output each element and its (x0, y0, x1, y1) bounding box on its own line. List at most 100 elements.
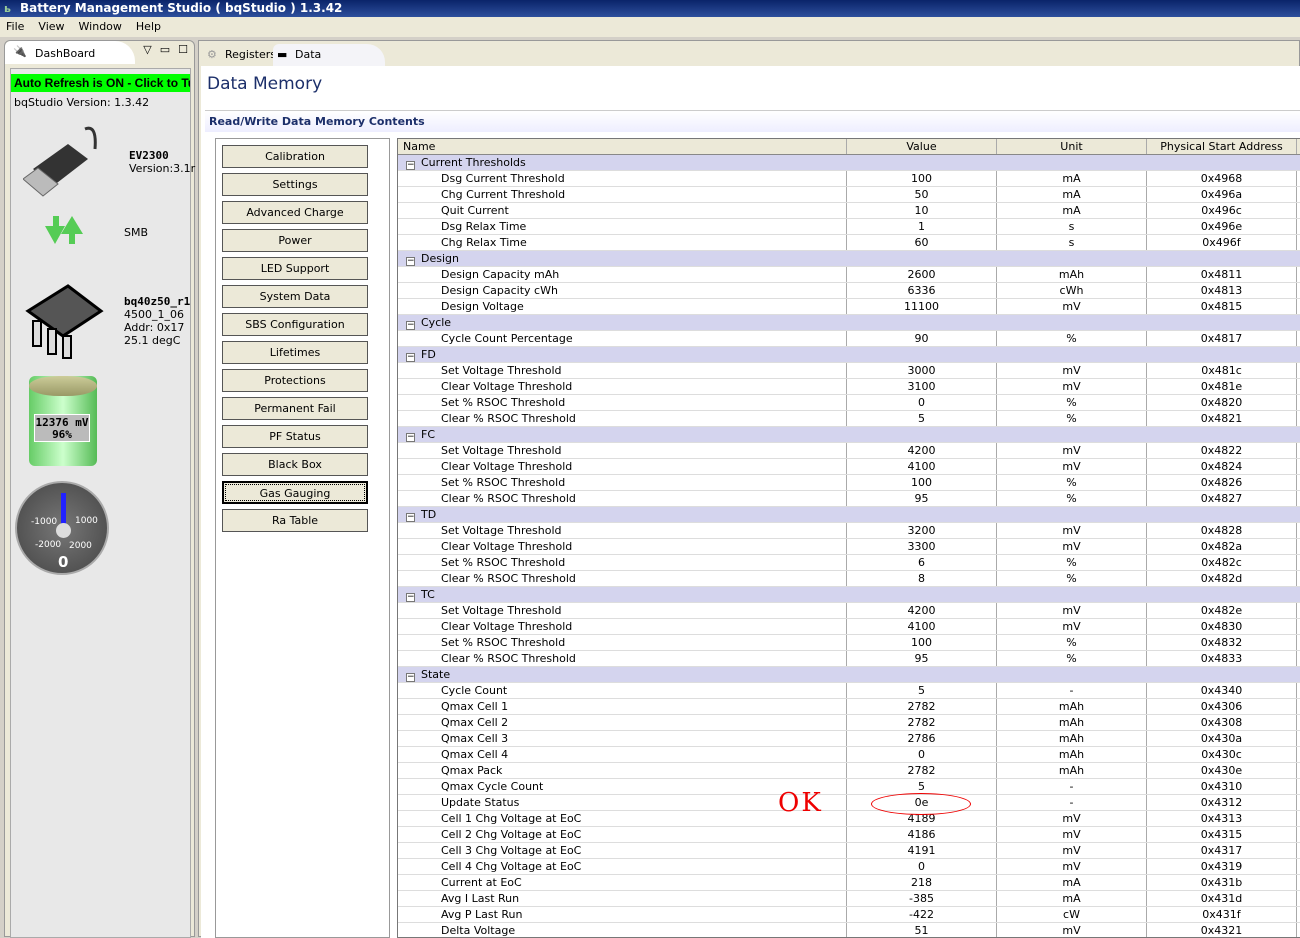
nav-button[interactable]: PF Status (222, 425, 368, 448)
param-value[interactable]: -385 (847, 891, 997, 906)
param-value[interactable]: 0 (847, 859, 997, 874)
table-row[interactable]: Clear % RSOC Threshold 8% 0x482d (398, 571, 1300, 587)
table-row[interactable]: Clear % RSOC Threshold 5% 0x4821 (398, 411, 1300, 427)
param-value[interactable]: 218 (847, 875, 997, 890)
param-value[interactable]: 1 (847, 219, 997, 234)
table-row[interactable]: Chg Relax Time 60 s 0x496f (398, 235, 1300, 251)
param-value[interactable]: 5 (847, 411, 997, 426)
param-value[interactable]: 95 (847, 491, 997, 506)
table-row[interactable]: Qmax Cycle Count 5-0x4310 (398, 779, 1300, 795)
collapse-icon[interactable]: − (406, 593, 415, 602)
nav-button[interactable]: Gas Gauging (222, 481, 368, 504)
collapse-icon[interactable]: − (406, 321, 415, 330)
param-value[interactable]: 4100 (847, 459, 997, 474)
table-row[interactable]: Dsg Current Threshold 100 mA 0x4968 (398, 171, 1300, 187)
param-value[interactable]: 8 (847, 571, 997, 586)
nav-button[interactable]: Black Box (222, 453, 368, 476)
nav-button[interactable]: Permanent Fail (222, 397, 368, 420)
table-row[interactable]: Qmax Pack 2782 mAh 0x430e (398, 763, 1300, 779)
param-value[interactable]: 100 (847, 171, 997, 186)
param-value[interactable]: 11100 (847, 299, 997, 314)
col-unit[interactable]: Unit (997, 139, 1147, 154)
group-row[interactable]: − Design (398, 251, 1300, 267)
group-row[interactable]: − Cycle (398, 315, 1300, 331)
table-row[interactable]: Design Capacity cWh 6336 cWh 0x4813 (398, 283, 1300, 299)
param-value[interactable]: 3300 (847, 539, 997, 554)
table-row[interactable]: Dsg Relax Time 1 s 0x496e (398, 219, 1300, 235)
table-row[interactable]: Clear % RSOC Threshold 95% 0x4827 (398, 491, 1300, 507)
group-row[interactable]: − TC (398, 587, 1300, 603)
param-value[interactable]: 50 (847, 187, 997, 202)
param-value[interactable]: 5 (847, 779, 997, 794)
table-row[interactable]: Set Voltage Threshold 3200 mV 0x4828 (398, 523, 1300, 539)
table-row[interactable]: Set % RSOC Threshold 0% 0x4820 (398, 395, 1300, 411)
param-value[interactable]: 4200 (847, 603, 997, 618)
param-value[interactable]: 0 (847, 747, 997, 762)
param-value[interactable]: 10 (847, 203, 997, 218)
minimize-icon[interactable]: ▭ (160, 43, 170, 56)
table-row[interactable]: Set % RSOC Threshold 6% 0x482c (398, 555, 1300, 571)
nav-button[interactable]: LED Support (222, 257, 368, 280)
tab-registers[interactable]: ⚙ Registers (203, 44, 276, 66)
nav-button[interactable]: Settings (222, 173, 368, 196)
maximize-icon[interactable]: ☐ (178, 43, 188, 56)
group-row[interactable]: − State (398, 667, 1300, 683)
param-value[interactable]: 4191 (847, 843, 997, 858)
table-row[interactable]: Cell 2 Chg Voltage at EoC 4186 mV 0x4315 (398, 827, 1300, 843)
param-value[interactable]: 2600 (847, 267, 997, 282)
collapse-icon[interactable]: − (406, 433, 415, 442)
param-value[interactable]: 100 (847, 635, 997, 650)
table-row[interactable]: Quit Current 10 mA 0x496c (398, 203, 1300, 219)
collapse-icon[interactable]: − (406, 161, 415, 170)
param-value[interactable]: 100 (847, 475, 997, 490)
table-row[interactable]: Qmax Cell 3 2786 mAh 0x430a (398, 731, 1300, 747)
nav-button[interactable]: System Data (222, 285, 368, 308)
param-value[interactable]: 90 (847, 331, 997, 346)
table-row[interactable]: Clear % RSOC Threshold 95% 0x4833 (398, 651, 1300, 667)
table-row[interactable]: Clear Voltage Threshold 4100 mV 0x4830 (398, 619, 1300, 635)
table-row[interactable]: Qmax Cell 2 2782 mAh 0x4308 (398, 715, 1300, 731)
group-row[interactable]: − TD (398, 507, 1300, 523)
view-menu-icon[interactable]: ▽ (143, 43, 151, 56)
nav-button[interactable]: Ra Table (222, 509, 368, 532)
table-row[interactable]: Chg Current Threshold 50 mA 0x496a (398, 187, 1300, 203)
table-row[interactable]: Clear Voltage Threshold 3100 mV 0x481e (398, 379, 1300, 395)
nav-button[interactable]: Calibration (222, 145, 368, 168)
tab-dashboard[interactable]: 🔌 DashBoard (5, 41, 135, 64)
nav-button[interactable]: Lifetimes (222, 341, 368, 364)
param-value[interactable]: 5 (847, 683, 997, 698)
nav-button[interactable]: Advanced Charge Algorithm (222, 201, 368, 240)
param-value[interactable]: 4200 (847, 443, 997, 458)
param-value[interactable]: 2782 (847, 763, 997, 778)
table-row[interactable]: Cell 4 Chg Voltage at EoC 0 mV 0x4319 (398, 859, 1300, 875)
col-name[interactable]: Name (398, 139, 847, 154)
col-value[interactable]: Value (847, 139, 997, 154)
param-value[interactable]: 3200 (847, 523, 997, 538)
param-value[interactable]: 0 (847, 395, 997, 410)
param-value[interactable]: 3000 (847, 363, 997, 378)
table-row[interactable]: Qmax Cell 4 0 mAh 0x430c (398, 747, 1300, 763)
table-row[interactable]: Cycle Count Percentage 90% 0x4817 (398, 331, 1300, 347)
table-row[interactable]: Set % RSOC Threshold 100% 0x4826 (398, 475, 1300, 491)
table-row[interactable]: Set Voltage Threshold 3000 mV 0x481c (398, 363, 1300, 379)
collapse-icon[interactable]: − (406, 353, 415, 362)
param-value[interactable]: 6 (847, 555, 997, 570)
table-row[interactable]: Clear Voltage Threshold 4100 mV 0x4824 (398, 459, 1300, 475)
param-value[interactable]: 2782 (847, 699, 997, 714)
menu-file[interactable]: File (6, 17, 24, 37)
param-value[interactable]: 95 (847, 651, 997, 666)
table-row[interactable]: Cycle Count 5-0x4340 (398, 683, 1300, 699)
table-row[interactable]: Update Status 0e -0x4312 (398, 795, 1300, 811)
param-value[interactable]: 2786 (847, 731, 997, 746)
tab-data-memory[interactable]: ▬Data Memory✕ (273, 44, 385, 83)
table-row[interactable]: Set Voltage Threshold 4200 mV 0x482e (398, 603, 1300, 619)
param-value[interactable]: 60 (847, 235, 997, 250)
collapse-icon[interactable]: − (406, 513, 415, 522)
table-row[interactable]: Design Capacity mAh 2600 mAh 0x4811 (398, 267, 1300, 283)
table-row[interactable]: Set % RSOC Threshold 100% 0x4832 (398, 635, 1300, 651)
menu-window[interactable]: Window (79, 17, 122, 37)
group-row[interactable]: − FC (398, 427, 1300, 443)
menu-help[interactable]: Help (136, 17, 161, 37)
table-row[interactable]: Cell 3 Chg Voltage at EoC 4191 mV 0x4317 (398, 843, 1300, 859)
table-row[interactable]: Clear Voltage Threshold 3300 mV 0x482a (398, 539, 1300, 555)
